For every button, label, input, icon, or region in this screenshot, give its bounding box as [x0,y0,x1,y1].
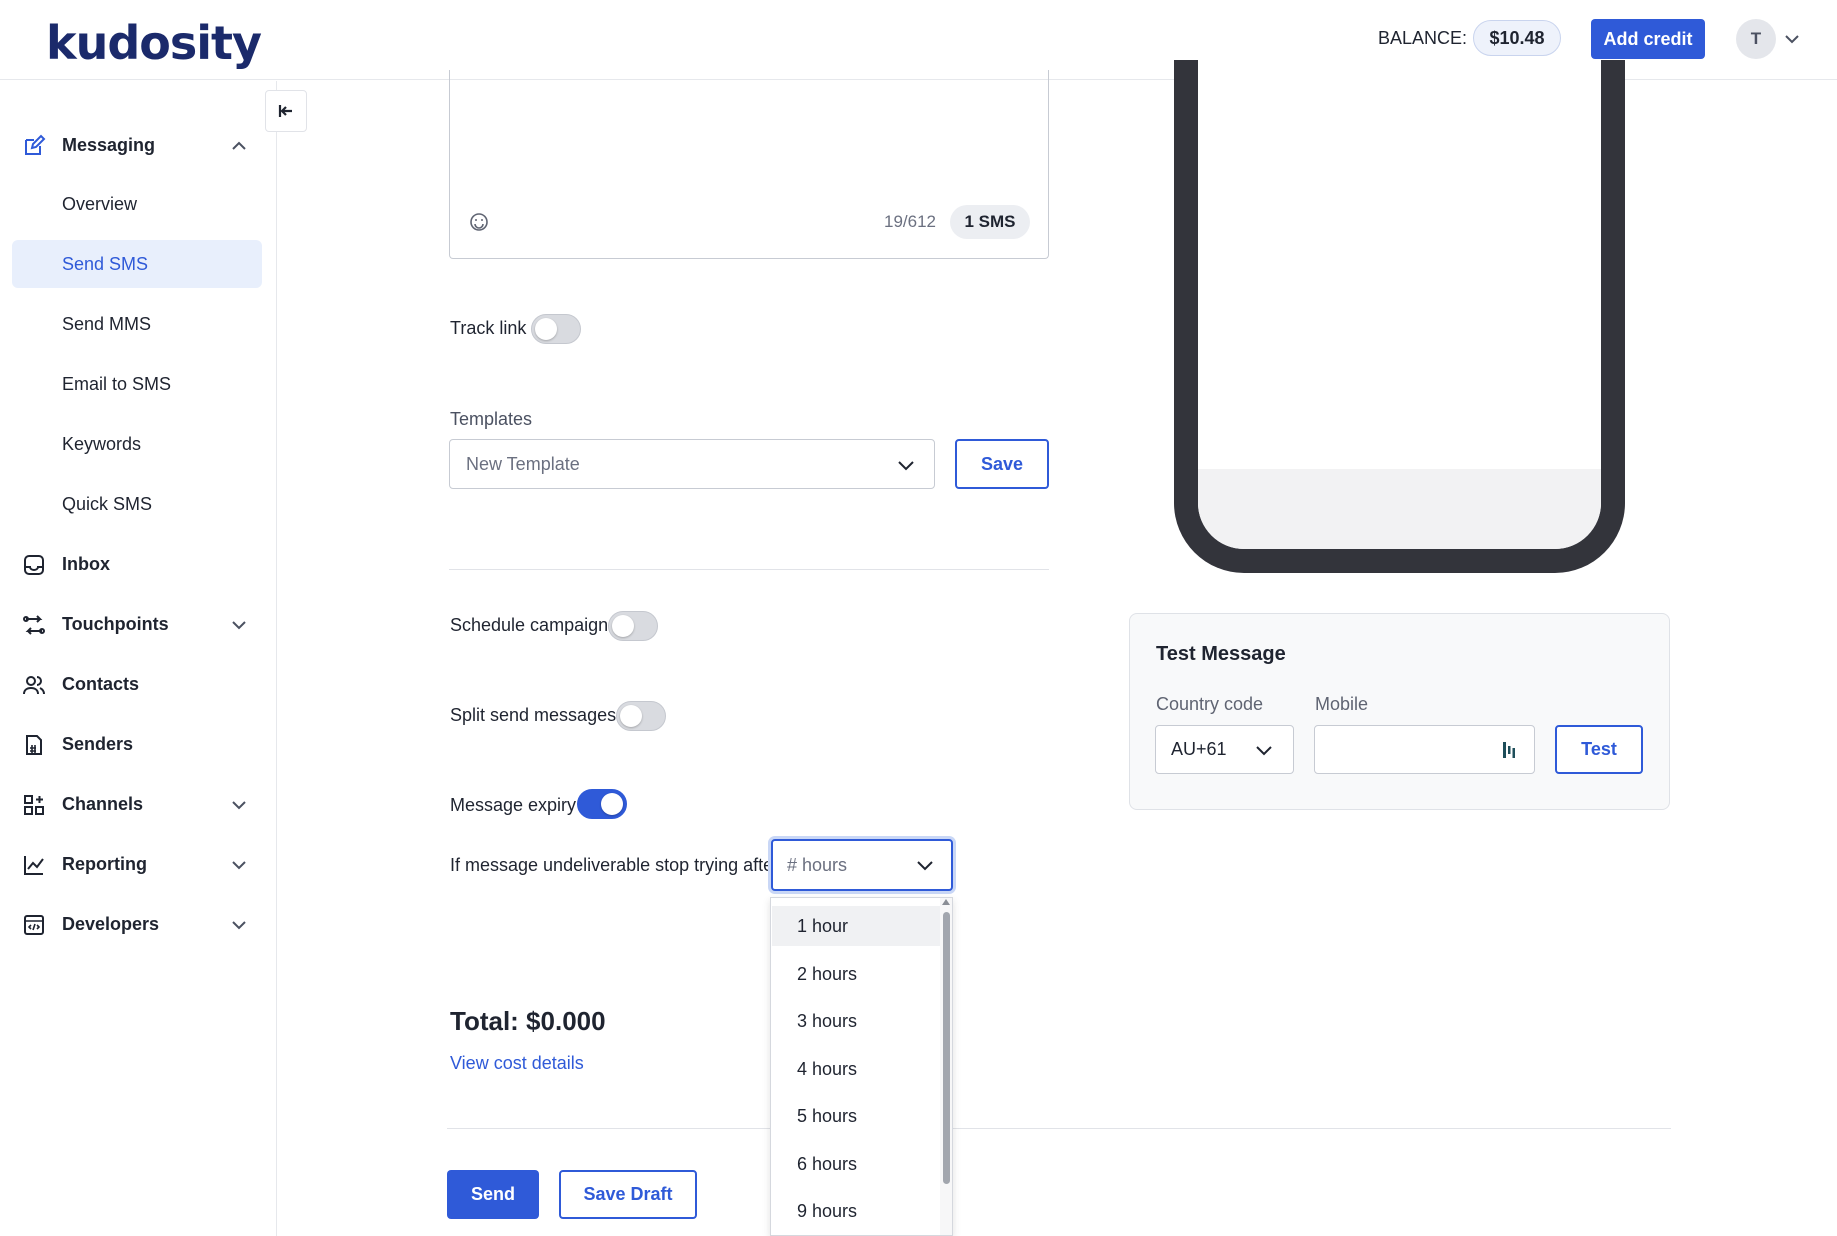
collapse-sidebar-button[interactable] [265,90,307,132]
country-code-select[interactable]: AU+61 [1155,725,1294,774]
phone-preview [1174,60,1625,573]
sidebar-subitem-quick-sms[interactable]: Quick SMS [12,480,262,528]
sidebar-item-developers[interactable]: Developers [12,900,262,948]
sidebar-item-label: Channels [62,793,144,814]
sidebar-subitem-keywords[interactable]: Keywords [12,420,262,468]
character-count: 19/612 [884,212,936,231]
chevron-down-icon[interactable] [230,616,248,634]
template-select[interactable]: New Template [449,439,935,489]
sidebar-item-label: Reporting [62,853,147,874]
template-select-value: New Template [466,454,580,474]
toggle-knob [535,318,557,340]
save-draft-button[interactable]: Save Draft [559,1170,697,1219]
test-message-title: Test Message [1156,643,1286,665]
sidebar-subitem-overview[interactable]: Overview [12,180,262,228]
chevron-up-icon[interactable] [230,137,248,155]
hours-option[interactable]: 2 hours [772,954,940,994]
undeliverable-label: If message undeliverable stop trying aft… [450,855,780,875]
toggle-knob [601,793,623,815]
scroll-up-icon[interactable] [942,899,950,905]
password-manager-icon[interactable] [1501,740,1517,760]
chart-line-icon [24,856,44,875]
chevron-down-icon [917,861,933,871]
track-link-label: Track link [450,318,527,338]
grid-plus-icon [24,795,44,815]
emoji-icon[interactable] [469,212,489,232]
sidebar-item-label: Contacts [62,673,140,694]
chevron-down-icon [898,461,914,471]
footer-divider [447,1128,1671,1129]
sidebar-item-label: Touchpoints [62,613,169,634]
balance-badge: $10.48 [1473,20,1561,56]
sidebar-item-label: Senders [62,733,134,754]
templates-label: Templates [450,409,533,429]
toggle-knob [612,615,634,637]
sidebar: Messaging Overview Send SMS Send MMS Ema… [0,81,277,1236]
total-cost: Total: $0.000 [450,1006,606,1036]
chevron-down-icon[interactable] [230,856,248,874]
route-icon [23,615,45,635]
message-expiry-toggle[interactable] [577,789,627,819]
hours-option[interactable]: 1 hour [772,906,940,946]
country-code-value: AU+61 [1171,739,1227,759]
sidebar-item-inbox[interactable]: Inbox [12,540,262,588]
track-link-toggle[interactable] [531,314,581,344]
send-button[interactable]: Send [447,1170,539,1219]
sidebar-item-senders[interactable]: Senders [12,720,262,768]
hours-option[interactable]: 6 hours [772,1144,940,1184]
chevron-down-icon[interactable] [230,796,248,814]
hours-option[interactable]: 9 hours [772,1191,940,1231]
view-cost-details-link[interactable]: View cost details [450,1053,584,1074]
user-avatar[interactable]: T [1736,19,1776,59]
sender-icon [26,735,42,755]
sidebar-item-touchpoints[interactable]: Touchpoints [12,600,262,648]
sidebar-item-label: Messaging [62,134,156,155]
sidebar-item-label: Inbox [62,553,110,574]
hours-option[interactable]: 5 hours [772,1096,940,1136]
message-expiry-label: Message expiry [450,795,577,815]
phone-input-bar [1198,469,1601,549]
save-template-button[interactable]: Save [955,439,1049,489]
toggle-knob [620,705,642,727]
sidebar-subitem-send-mms[interactable]: Send MMS [12,300,262,348]
mobile-label: Mobile [1315,694,1369,714]
sidebar-item-channels[interactable]: Channels [12,780,262,828]
test-send-button[interactable]: Test [1555,725,1643,774]
inbox-icon [24,555,44,575]
split-send-label: Split send messages [450,705,617,725]
kudosity-logo[interactable]: kudosity [46,16,262,70]
split-send-toggle[interactable] [616,701,666,731]
sidebar-item-reporting[interactable]: Reporting [12,840,262,888]
sidebar-subitem-email-to-sms[interactable]: Email to SMS [12,360,262,408]
chevron-down-icon[interactable] [1783,30,1801,48]
mobile-input[interactable] [1314,725,1535,774]
hours-select-value: # hours [787,855,848,875]
edit-icon [25,134,46,155]
sidebar-item-label: Developers [62,913,160,934]
country-code-label: Country code [1156,694,1264,714]
users-icon [23,676,45,695]
code-window-icon [24,915,44,935]
sms-count-badge: 1 SMS [950,205,1030,239]
hours-option[interactable]: 4 hours [772,1049,940,1089]
balance-label: BALANCE: [1378,28,1468,48]
dropdown-scrollbar[interactable] [940,898,952,1235]
section-divider [449,569,1049,570]
schedule-campaign-label: Schedule campaign [450,615,609,635]
schedule-campaign-toggle[interactable] [608,611,658,641]
collapse-left-icon [278,105,292,117]
hours-select[interactable]: # hours [771,839,953,891]
scrollbar-thumb[interactable] [943,912,950,1184]
add-credit-button[interactable]: Add credit [1591,19,1705,59]
hours-dropdown-list[interactable]: 1 hour 2 hours 3 hours 4 hours 5 hours 6… [770,897,953,1236]
sidebar-subitem-send-sms[interactable]: Send SMS [12,240,262,288]
sidebar-item-messaging[interactable]: Messaging [12,121,262,169]
chevron-down-icon[interactable] [230,916,248,934]
sidebar-item-contacts[interactable]: Contacts [12,660,262,708]
hours-option[interactable]: 3 hours [772,1001,940,1041]
chevron-down-icon [1256,746,1272,756]
